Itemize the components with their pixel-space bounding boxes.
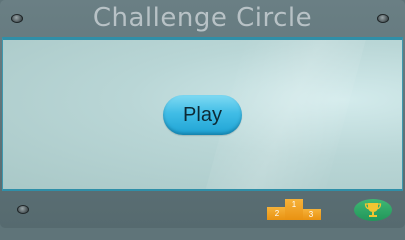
podium-place-2: 2 [267, 207, 287, 220]
achievements-button[interactable] [354, 199, 392, 221]
rivet-top-right [377, 14, 389, 23]
game-title: Challenge Circle [92, 3, 313, 33]
podium-place-1: 1 [285, 199, 303, 220]
trophy-icon [364, 203, 382, 217]
leaderboard-button[interactable]: 2 3 1 [267, 199, 321, 220]
game-frame: Challenge Circle Play 2 3 1 [0, 0, 405, 228]
footer-bar [0, 192, 405, 228]
play-button[interactable]: Play [163, 95, 242, 135]
podium-place-3: 3 [301, 209, 321, 220]
rivet-bottom-left [17, 205, 29, 214]
header-bar: Challenge Circle [0, 0, 405, 38]
